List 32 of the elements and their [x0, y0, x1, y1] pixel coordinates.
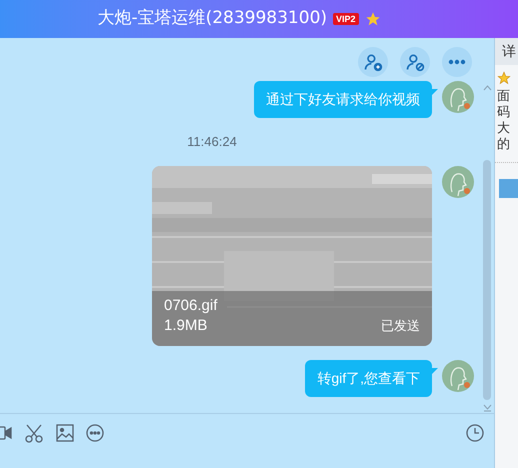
clock-icon[interactable] [466, 424, 484, 442]
scroll-down-icon[interactable] [482, 404, 492, 412]
more-icon[interactable] [86, 424, 104, 442]
person-block-icon [405, 52, 425, 72]
more-button[interactable] [442, 47, 472, 77]
avatar [442, 360, 474, 392]
message-bubble: 转gif了,您查看下 [305, 360, 432, 396]
scissors-icon[interactable] [24, 422, 44, 442]
panel-text: 面 [497, 88, 511, 104]
vip-badge: VIP2 [333, 13, 359, 25]
send-status: 已发送 [381, 317, 420, 335]
scroll-up-icon[interactable] [482, 85, 492, 91]
add-person-icon [363, 52, 383, 72]
avatar [442, 166, 474, 198]
avatar [442, 81, 474, 113]
panel-header: 详 [502, 42, 516, 61]
star-icon [497, 71, 511, 85]
timestamp: 11:46:24 [187, 133, 237, 151]
panel-text: 大 [497, 120, 511, 136]
block-friend-button[interactable] [400, 47, 430, 77]
message-bubble: 通过下好友请求给你视频 [254, 81, 432, 118]
star-icon [364, 11, 381, 27]
add-friend-button[interactable] [358, 47, 388, 77]
image-icon[interactable] [56, 424, 74, 442]
file-size: 1.9MB [164, 316, 208, 336]
scrollbar-thumb[interactable] [483, 160, 491, 400]
panel-text: 的 [497, 136, 511, 152]
file-name: 0706.gif [164, 296, 218, 316]
more-icon [448, 59, 466, 65]
panel-text: 码 [497, 104, 511, 120]
gif-preview[interactable]: 0706.gif 1.9MB 已发送 [152, 166, 432, 346]
window-title: 大炮-宝塔运维(2839983100) [97, 7, 328, 30]
